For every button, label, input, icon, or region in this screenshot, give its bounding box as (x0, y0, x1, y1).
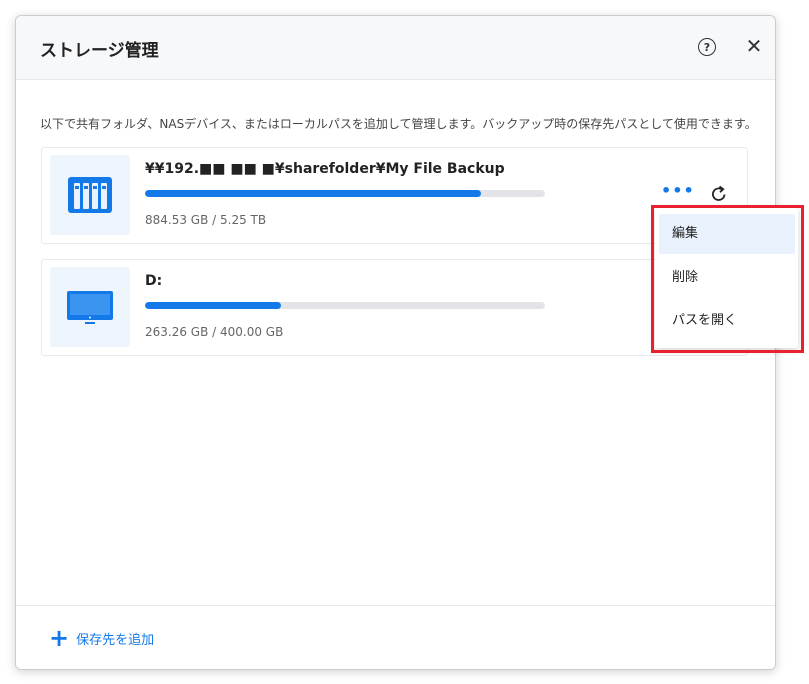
dialog-title: ストレージ管理 (40, 41, 159, 61)
storage-usage-fill (145, 190, 481, 197)
storage-card[interactable]: ¥¥192.■■ ■■ ■¥sharefolder¥My File Backup… (41, 147, 748, 244)
storage-size: 263.26 GB / 400.00 GB (145, 325, 284, 339)
storage-usage-bar (145, 302, 545, 309)
close-icon[interactable]: ✕ (744, 35, 764, 57)
dialog-header: ストレージ管理 ? ✕ (16, 16, 775, 80)
storage-card[interactable]: D: 263.26 GB / 400.00 GB (41, 259, 748, 356)
storage-name: ¥¥192.■■ ■■ ■¥sharefolder¥My File Backup (145, 161, 505, 177)
add-destination-button[interactable]: + 保存先を追加 (49, 624, 155, 652)
add-destination-label: 保存先を追加 (76, 632, 155, 648)
storage-usage-bar (145, 190, 545, 197)
plus-icon: + (49, 624, 70, 652)
refresh-icon[interactable] (709, 184, 729, 204)
storage-thumbnail (50, 267, 130, 347)
storage-name: D: (145, 273, 163, 289)
storage-usage-fill (145, 302, 281, 309)
dialog-footer: + 保存先を追加 (16, 605, 775, 669)
annotation-highlight-box (651, 205, 804, 353)
description-text: 以下で共有フォルダ、NASデバイス、またはローカルパスを追加して管理します。バッ… (40, 117, 757, 131)
storage-thumbnail (50, 155, 130, 235)
storage-size: 884.53 GB / 5.25 TB (145, 213, 267, 227)
more-options-icon[interactable]: ••• (661, 183, 694, 200)
nas-icon (68, 177, 112, 213)
help-icon[interactable]: ? (698, 38, 716, 56)
monitor-icon (67, 291, 113, 324)
